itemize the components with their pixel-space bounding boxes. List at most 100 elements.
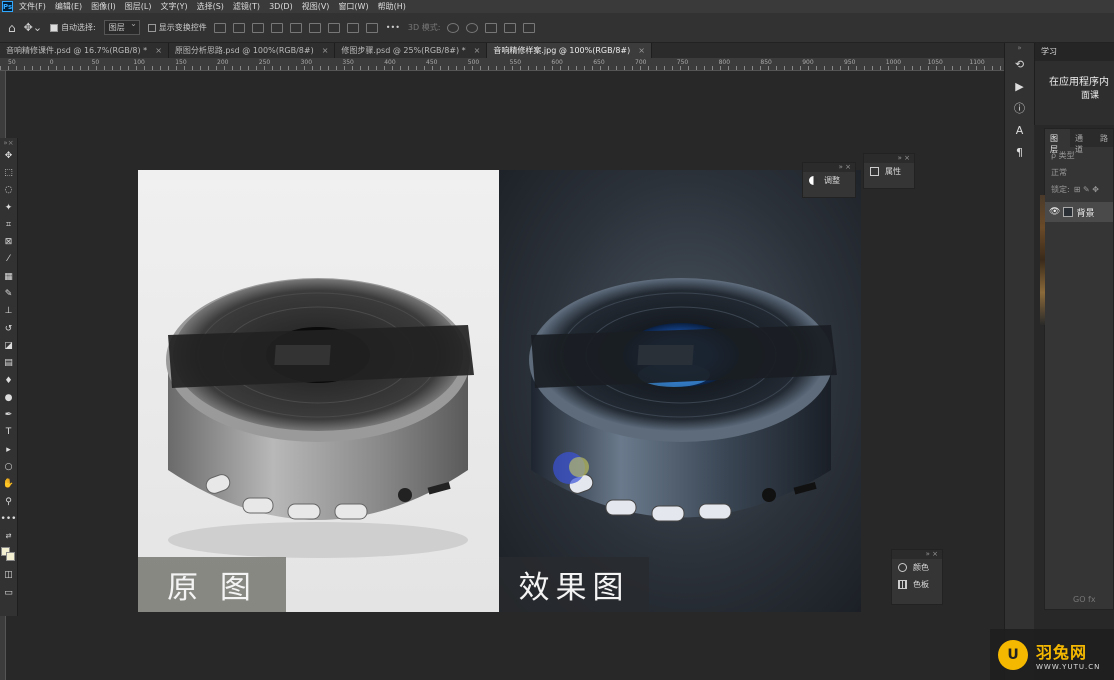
blur-tool-icon[interactable]: ♦ bbox=[0, 372, 17, 389]
align-middle-icon[interactable] bbox=[289, 22, 302, 33]
align-top-icon[interactable] bbox=[270, 22, 283, 33]
background-color[interactable] bbox=[6, 551, 15, 561]
brush-tool-icon[interactable]: ✎ bbox=[0, 285, 17, 302]
panel-header[interactable]: » × bbox=[803, 163, 855, 172]
blend-mode-dropdown[interactable]: 正常 bbox=[1045, 164, 1113, 181]
eyedropper-tool-icon[interactable]: ⁄ bbox=[0, 251, 17, 268]
tab-layers[interactable]: 图层 bbox=[1045, 129, 1070, 154]
tab-document-2[interactable]: 原图分析思路.psd @ 100%(RGB/8#) × bbox=[168, 43, 336, 58]
close-icon[interactable]: × bbox=[638, 46, 645, 55]
paragraph-icon[interactable]: ¶ bbox=[1005, 141, 1034, 163]
menu-layer[interactable]: 图层(L) bbox=[125, 1, 152, 12]
tab-paths[interactable]: 路 bbox=[1095, 129, 1113, 147]
menu-help[interactable]: 帮助(H) bbox=[378, 1, 406, 12]
align-center-icon[interactable] bbox=[232, 22, 245, 33]
tab-document-1[interactable]: 音响精修课件.psd @ 16.7%(RGB/8) * × bbox=[0, 43, 169, 58]
show-transform-checkbox[interactable]: 显示变换控件 bbox=[147, 22, 207, 33]
auto-select-dropdown[interactable]: 图层 bbox=[103, 19, 140, 35]
menu-bar: Ps 文件(F) 编辑(E) 图像(I) 图层(L) 文字(Y) 选择(S) 滤… bbox=[0, 0, 1114, 13]
frame-tool-icon[interactable]: ⊠ bbox=[0, 233, 17, 250]
properties-button[interactable]: 属性 bbox=[864, 163, 914, 180]
stamp-tool-icon[interactable]: ⊥ bbox=[0, 303, 17, 320]
eraser-tool-icon[interactable]: ◪ bbox=[0, 337, 17, 354]
distribute-icon[interactable] bbox=[327, 22, 340, 33]
path-select-tool-icon[interactable]: ▸ bbox=[0, 441, 17, 458]
history-brush-tool-icon[interactable]: ↺ bbox=[0, 320, 17, 337]
horizontal-ruler[interactable]: 50 0 50 100 150 200 250 300 350 400 450 500 550 600 65… bbox=[0, 58, 1004, 71]
partial-image-strip bbox=[1040, 195, 1045, 325]
ruler-label: 800 bbox=[718, 59, 731, 66]
align-bottom-icon[interactable] bbox=[308, 22, 321, 33]
magic-wand-tool-icon[interactable]: ✦ bbox=[0, 199, 17, 216]
menu-3d[interactable]: 3D(D) bbox=[269, 2, 293, 11]
roll-3d-icon[interactable] bbox=[466, 22, 479, 33]
layer-row-background[interactable]: 👁 背景 bbox=[1045, 202, 1113, 222]
healing-brush-tool-icon[interactable]: ▦ bbox=[0, 268, 17, 285]
toolbar-header[interactable]: »× bbox=[0, 138, 17, 147]
menu-file[interactable]: 文件(F) bbox=[19, 1, 46, 12]
visibility-eye-icon[interactable]: 👁 bbox=[1049, 207, 1060, 217]
close-icon[interactable]: × bbox=[155, 46, 162, 55]
quick-mask-icon[interactable]: ◫ bbox=[0, 567, 17, 584]
info-icon[interactable]: ⓘ bbox=[1005, 97, 1034, 119]
ruler-label: 300 bbox=[300, 59, 313, 66]
crop-tool-icon[interactable]: ⌗ bbox=[0, 216, 17, 233]
align-left-icon[interactable] bbox=[213, 22, 226, 33]
menu-view[interactable]: 视图(V) bbox=[302, 1, 330, 12]
column-header[interactable]: » bbox=[1005, 43, 1034, 53]
menu-edit[interactable]: 编辑(E) bbox=[55, 1, 82, 12]
home-icon[interactable]: ⌂ bbox=[8, 21, 16, 35]
distribute-3-icon[interactable] bbox=[365, 22, 378, 33]
close-icon[interactable]: × bbox=[322, 46, 329, 55]
adjust-button[interactable]: 调整 bbox=[803, 172, 855, 189]
tab-document-3[interactable]: 修图步骤.psd @ 25%(RGB/8#) * × bbox=[335, 43, 488, 58]
swatches-button[interactable]: 色板 bbox=[892, 576, 942, 593]
ruler-ticks bbox=[0, 66, 1004, 70]
more-tools-icon[interactable]: ••• bbox=[0, 510, 17, 527]
align-right-icon[interactable] bbox=[251, 22, 264, 33]
lock-icons[interactable]: ⊞ ✎ ✥ bbox=[1074, 185, 1099, 194]
marquee-tool-icon[interactable]: ⬚ bbox=[0, 164, 17, 181]
color-swatch[interactable] bbox=[0, 545, 17, 567]
dodge-tool-icon[interactable]: ● bbox=[0, 389, 17, 406]
panel-header[interactable]: » × bbox=[892, 550, 942, 559]
auto-select-checkbox[interactable]: 自动选择: bbox=[50, 22, 96, 33]
color-button[interactable]: 颜色 bbox=[892, 559, 942, 576]
hand-tool-icon[interactable]: ✋ bbox=[0, 476, 17, 493]
swap-colors-icon[interactable]: ⇄ bbox=[0, 528, 17, 545]
tab-document-4[interactable]: 音响精修样案.jpg @ 100%(RGB/8#) × bbox=[487, 43, 652, 58]
layer-thumbnail bbox=[1063, 207, 1074, 217]
auto-select-label: 自动选择: bbox=[61, 23, 96, 32]
history-icon[interactable]: ⟲ bbox=[1005, 53, 1034, 75]
menu-select[interactable]: 选择(S) bbox=[197, 1, 224, 12]
menu-type[interactable]: 文字(Y) bbox=[160, 1, 187, 12]
panel-header[interactable]: » × bbox=[864, 154, 914, 163]
actions-play-icon[interactable]: ▶ bbox=[1005, 75, 1034, 97]
screen-mode-icon[interactable]: ▭ bbox=[0, 584, 17, 601]
zoom-tool-icon[interactable]: ⚲ bbox=[0, 493, 17, 510]
ruler-label: 900 bbox=[802, 59, 814, 66]
more-options-button[interactable]: ••• bbox=[386, 23, 400, 32]
photoshop-logo-icon[interactable]: Ps bbox=[2, 1, 13, 12]
tab-channels[interactable]: 通道 bbox=[1070, 129, 1095, 154]
close-icon[interactable]: × bbox=[474, 46, 481, 55]
shape-tool-icon[interactable]: ○ bbox=[0, 458, 17, 475]
move-tool-icon[interactable]: ✥ bbox=[0, 147, 17, 164]
menu-window[interactable]: 窗口(W) bbox=[338, 1, 368, 12]
type-tool-icon[interactable]: T bbox=[0, 424, 17, 441]
orbit-3d-icon[interactable] bbox=[447, 22, 460, 33]
slide-3d-icon[interactable] bbox=[504, 22, 517, 33]
pen-tool-icon[interactable]: ✒ bbox=[0, 406, 17, 423]
lasso-tool-icon[interactable]: ◌ bbox=[0, 182, 17, 199]
menu-filter[interactable]: 滤镜(T) bbox=[233, 1, 260, 12]
menu-image[interactable]: 图像(I) bbox=[91, 1, 116, 12]
character-icon[interactable]: A bbox=[1005, 119, 1034, 141]
drag-3d-icon[interactable] bbox=[485, 22, 498, 33]
scale-3d-icon[interactable] bbox=[523, 22, 536, 33]
gradient-tool-icon[interactable]: ▤ bbox=[0, 355, 17, 372]
layers-footer[interactable]: GO fx bbox=[1067, 592, 1102, 607]
learn-line-2: 面课 bbox=[1081, 91, 1100, 101]
distribute-2-icon[interactable] bbox=[346, 22, 359, 33]
move-tool-icon[interactable]: ✥⌄ bbox=[24, 21, 42, 34]
learn-tab[interactable]: 学习 bbox=[1035, 43, 1114, 61]
